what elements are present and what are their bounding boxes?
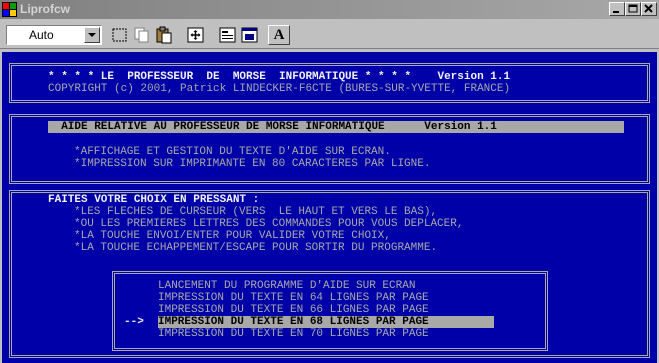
- font-size-value: Auto: [29, 28, 54, 42]
- help-item: *AFFICHAGE ET GESTION DU TEXTE D'AIDE SU…: [74, 146, 391, 158]
- console-screen[interactable]: * * * * LE PROFESSEUR DE MORSE INFORMATI…: [2, 52, 657, 363]
- paste-button[interactable]: [154, 26, 174, 44]
- mark-button[interactable]: [110, 26, 130, 44]
- maximize-button[interactable]: [625, 2, 641, 16]
- font-button[interactable]: A: [268, 25, 290, 45]
- instruction-item: *LA TOUCHE ECHAPPEMENT/ESCAPE POUR SORTI…: [74, 242, 438, 254]
- menu-option[interactable]: LANCEMENT DU PROGRAMME D'AIDE SUR ECRAN: [158, 280, 415, 292]
- dropdown-button[interactable]: [84, 27, 100, 43]
- copy-icon: [134, 27, 149, 43]
- chevron-down-icon: [88, 33, 96, 37]
- help-item: *IMPRESSION SUR IMPRIMANTE EN 80 CARACTE…: [74, 158, 431, 170]
- properties-icon: [219, 27, 236, 43]
- help-title: AIDE RELATIVE AU PROFESSEUR DE MORSE INF…: [48, 121, 504, 133]
- minimize-icon: [613, 11, 619, 13]
- window-title: Liprofcw: [20, 2, 70, 16]
- menu-option-selected[interactable]: IMPRESSION DU TEXTE EN 68 LIGNES PAR PAG…: [158, 316, 429, 328]
- instruction-item: *OU LES PREMIERES LETTRES DES COMMANDES …: [74, 218, 464, 230]
- menu-option[interactable]: IMPRESSION DU TEXTE EN 66 LIGNES PAR PAG…: [158, 304, 429, 316]
- fullscreen-button[interactable]: [186, 26, 206, 44]
- background-button[interactable]: [240, 26, 260, 44]
- instruction-item: *LA TOUCHE ENVOI/ENTER POUR VALIDER VOTR…: [74, 230, 391, 242]
- fullscreen-icon: [187, 27, 204, 43]
- menu-option[interactable]: IMPRESSION DU TEXTE EN 70 LIGNES PAR PAG…: [158, 328, 429, 340]
- mark-icon: [112, 28, 127, 42]
- paste-icon: [156, 26, 172, 44]
- properties-button[interactable]: [218, 26, 238, 44]
- copyright-line: COPYRIGHT (c) 2001, Patrick LINDECKER-F6…: [48, 83, 511, 95]
- ms-dos-app-icon[interactable]: [2, 2, 17, 17]
- title-bar: Liprofcw: [0, 0, 659, 19]
- minimize-button[interactable]: [609, 2, 625, 16]
- choice-heading: FAITES VOTRE CHOIX EN PRESSANT :: [48, 194, 260, 206]
- background-icon: [241, 27, 258, 43]
- menu-option[interactable]: IMPRESSION DU TEXTE EN 64 LIGNES PAR PAG…: [158, 292, 429, 304]
- instruction-item: *LES FLECHES DE CURSEUR (VERS LE HAUT ET…: [74, 206, 438, 218]
- font-size-select[interactable]: Auto: [6, 25, 102, 45]
- close-button[interactable]: [641, 2, 657, 16]
- toolbar: Auto A: [0, 19, 659, 49]
- program-title: * * * * LE PROFESSEUR DE MORSE INFORMATI…: [48, 71, 511, 83]
- selection-cursor: -->: [124, 316, 144, 328]
- maximize-icon: [628, 4, 638, 13]
- copy-button[interactable]: [132, 26, 152, 44]
- close-icon: [644, 4, 653, 13]
